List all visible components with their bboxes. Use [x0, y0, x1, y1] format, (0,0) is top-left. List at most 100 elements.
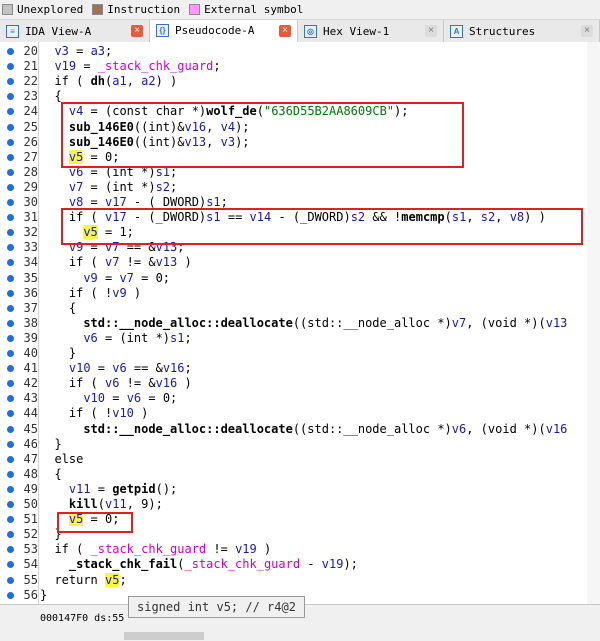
code-text[interactable]: }: [54, 527, 61, 542]
breakpoint-dot-icon[interactable]: [7, 485, 14, 493]
tab-hex-view-1[interactable]: ◎ Hex View-1 ×: [298, 20, 444, 42]
code-line[interactable]: 52}: [0, 527, 600, 542]
horizontal-scrollbar-thumb[interactable]: [124, 632, 204, 640]
code-text[interactable]: {: [69, 301, 76, 316]
code-text[interactable]: v6 = (int *)s1;: [83, 331, 191, 346]
breakpoint-dot-icon[interactable]: [7, 440, 14, 448]
code-text[interactable]: v6 = (int *)s1;: [69, 165, 177, 180]
code-line[interactable]: 44 if ( !v10 ): [0, 406, 600, 421]
code-text[interactable]: v11 = getpid();: [69, 482, 177, 497]
code-line[interactable]: 28 v6 = (int *)s1;: [0, 165, 600, 180]
code-text[interactable]: {: [54, 89, 61, 104]
code-text[interactable]: v5 = 1;: [83, 225, 134, 240]
code-text[interactable]: sub_146E0((int)&v16, v4);: [69, 120, 250, 135]
breakpoint-dot-icon[interactable]: [7, 576, 14, 584]
pseudocode-editor[interactable]: 20 v3 = a3; 21 v19 = _stack_chk_guard; 22 if …: [0, 42, 600, 604]
code-line[interactable]: 50 kill(v11, 9);: [0, 497, 600, 512]
breakpoint-dot-icon[interactable]: [7, 199, 14, 206]
code-line[interactable]: 53 if ( _stack_chk_guard != v19 ): [0, 542, 600, 557]
code-text[interactable]: if ( v6 != &v16 ): [69, 376, 192, 391]
code-text[interactable]: }: [40, 588, 47, 603]
code-line[interactable]: 42 if ( v6 != &v16 ): [0, 376, 600, 391]
breakpoint-dot-icon[interactable]: [7, 93, 14, 101]
code-text[interactable]: if ( dh(a1, a2) ): [54, 74, 177, 89]
code-line[interactable]: 20 v3 = a3;: [0, 44, 600, 59]
code-line[interactable]: 30 v8 = v17 - (_DWORD)s1;: [0, 195, 600, 210]
breakpoint-dot-icon[interactable]: [7, 516, 14, 524]
breakpoint-dot-icon[interactable]: [7, 380, 14, 388]
breakpoint-dot-icon[interactable]: [7, 365, 14, 373]
code-text[interactable]: }: [69, 346, 76, 361]
code-line[interactable]: 26 sub_146E0((int)&v13, v3);: [0, 135, 600, 150]
breakpoint-dot-icon[interactable]: [7, 561, 14, 569]
code-text[interactable]: v4 = (const char *)wolf_de("636D55B2AA86…: [69, 104, 409, 119]
breakpoint-dot-icon[interactable]: [7, 350, 14, 357]
code-line[interactable]: 39 v6 = (int *)s1;: [0, 331, 600, 346]
breakpoint-dot-icon[interactable]: [7, 108, 14, 116]
breakpoint-dot-icon[interactable]: [7, 274, 14, 282]
code-text[interactable]: kill(v11, 9);: [69, 497, 163, 512]
breakpoint-dot-icon[interactable]: [7, 470, 14, 478]
code-text[interactable]: v5 = 0;: [68, 512, 119, 527]
breakpoint-dot-icon[interactable]: [7, 289, 14, 297]
code-text[interactable]: v9 = v7 = 0;: [83, 271, 170, 286]
code-line[interactable]: 36 if ( !v9 ): [0, 286, 600, 301]
breakpoint-dot-icon[interactable]: [7, 229, 14, 237]
breakpoint-dot-icon[interactable]: [7, 591, 14, 599]
code-line[interactable]: 38 std::__node_alloc::deallocate((std::__…: [0, 316, 600, 331]
code-text[interactable]: std::__node_alloc::deallocate((std::__no…: [83, 316, 567, 331]
breakpoint-dot-icon[interactable]: [7, 304, 14, 312]
breakpoint-dot-icon[interactable]: [7, 334, 14, 342]
code-line[interactable]: 33 v9 = v7 == &v13;: [0, 240, 600, 255]
code-text[interactable]: {: [54, 467, 61, 482]
breakpoint-dot-icon[interactable]: [7, 395, 14, 403]
code-line[interactable]: 37 {: [0, 301, 600, 316]
code-line[interactable]: 27 v5 = 0;: [0, 149, 600, 165]
code-line[interactable]: 54 _stack_chk_fail(_stack_chk_guard - v19…: [0, 557, 600, 572]
code-line[interactable]: 29 v7 = (int *)s2;: [0, 180, 600, 195]
code-text[interactable]: }: [54, 437, 61, 452]
breakpoint-dot-icon[interactable]: [7, 78, 14, 86]
breakpoint-dot-icon[interactable]: [7, 138, 14, 146]
code-line[interactable]: 35 v9 = v7 = 0;: [0, 271, 600, 286]
tab-structures[interactable]: A Structures ×: [444, 20, 600, 42]
code-line[interactable]: 48 {: [0, 467, 600, 482]
breakpoint-dot-icon[interactable]: [7, 531, 14, 539]
code-text[interactable]: v9 = v7 == &v13;: [69, 240, 185, 255]
breakpoint-dot-icon[interactable]: [7, 259, 14, 267]
breakpoint-dot-icon[interactable]: [7, 153, 14, 161]
code-line[interactable]: 31 if ( v17 - (_DWORD)s1 == v14 - (_DWORD…: [0, 210, 600, 225]
breakpoint-dot-icon[interactable]: [7, 183, 14, 191]
breakpoint-dot-icon[interactable]: [7, 319, 14, 327]
close-icon[interactable]: ×: [581, 25, 593, 37]
breakpoint-dot-icon[interactable]: [7, 244, 14, 252]
code-line[interactable]: 47 else: [0, 452, 600, 467]
tab-ida-view-a[interactable]: ≡ IDA View-A ×: [0, 20, 150, 42]
code-text[interactable]: if ( _stack_chk_guard != v19 ): [54, 542, 271, 557]
code-text[interactable]: if ( v7 != &v13 ): [69, 255, 192, 270]
close-icon[interactable]: ×: [279, 24, 291, 37]
close-icon[interactable]: ×: [131, 25, 143, 37]
code-line[interactable]: 34 if ( v7 != &v13 ): [0, 255, 600, 270]
code-text[interactable]: if ( v17 - (_DWORD)s1 == v14 - (_DWORD)s…: [69, 210, 546, 225]
breakpoint-dot-icon[interactable]: [7, 48, 14, 55]
vertical-scrollbar[interactable]: [587, 42, 600, 604]
code-line[interactable]: 49 v11 = getpid();: [0, 482, 600, 497]
code-text[interactable]: sub_146E0((int)&v13, v3);: [69, 135, 250, 150]
code-line[interactable]: 21 v19 = _stack_chk_guard;: [0, 59, 600, 74]
breakpoint-dot-icon[interactable]: [7, 546, 14, 554]
code-line[interactable]: 45 std::__node_alloc::deallocate((std::__…: [0, 422, 600, 437]
code-text[interactable]: if ( !v10 ): [69, 406, 149, 421]
tab-pseudocode-a[interactable]: {} Pseudocode-A ×: [150, 20, 298, 42]
code-text[interactable]: if ( !v9 ): [69, 286, 141, 301]
breakpoint-dot-icon[interactable]: [7, 455, 14, 463]
breakpoint-dot-icon[interactable]: [7, 410, 14, 418]
code-line[interactable]: 40}: [0, 346, 600, 361]
code-text[interactable]: v10 = v6 = 0;: [83, 391, 177, 406]
code-line[interactable]: 25 sub_146E0((int)&v16, v4);: [0, 120, 600, 135]
code-line[interactable]: 32 v5 = 1;: [0, 225, 600, 240]
code-line[interactable]: 51 v5 = 0;: [0, 512, 600, 527]
code-line[interactable]: 43 v10 = v6 = 0;: [0, 391, 600, 406]
code-line[interactable]: 22 if ( dh(a1, a2) ): [0, 74, 600, 89]
code-text[interactable]: else: [54, 452, 83, 467]
